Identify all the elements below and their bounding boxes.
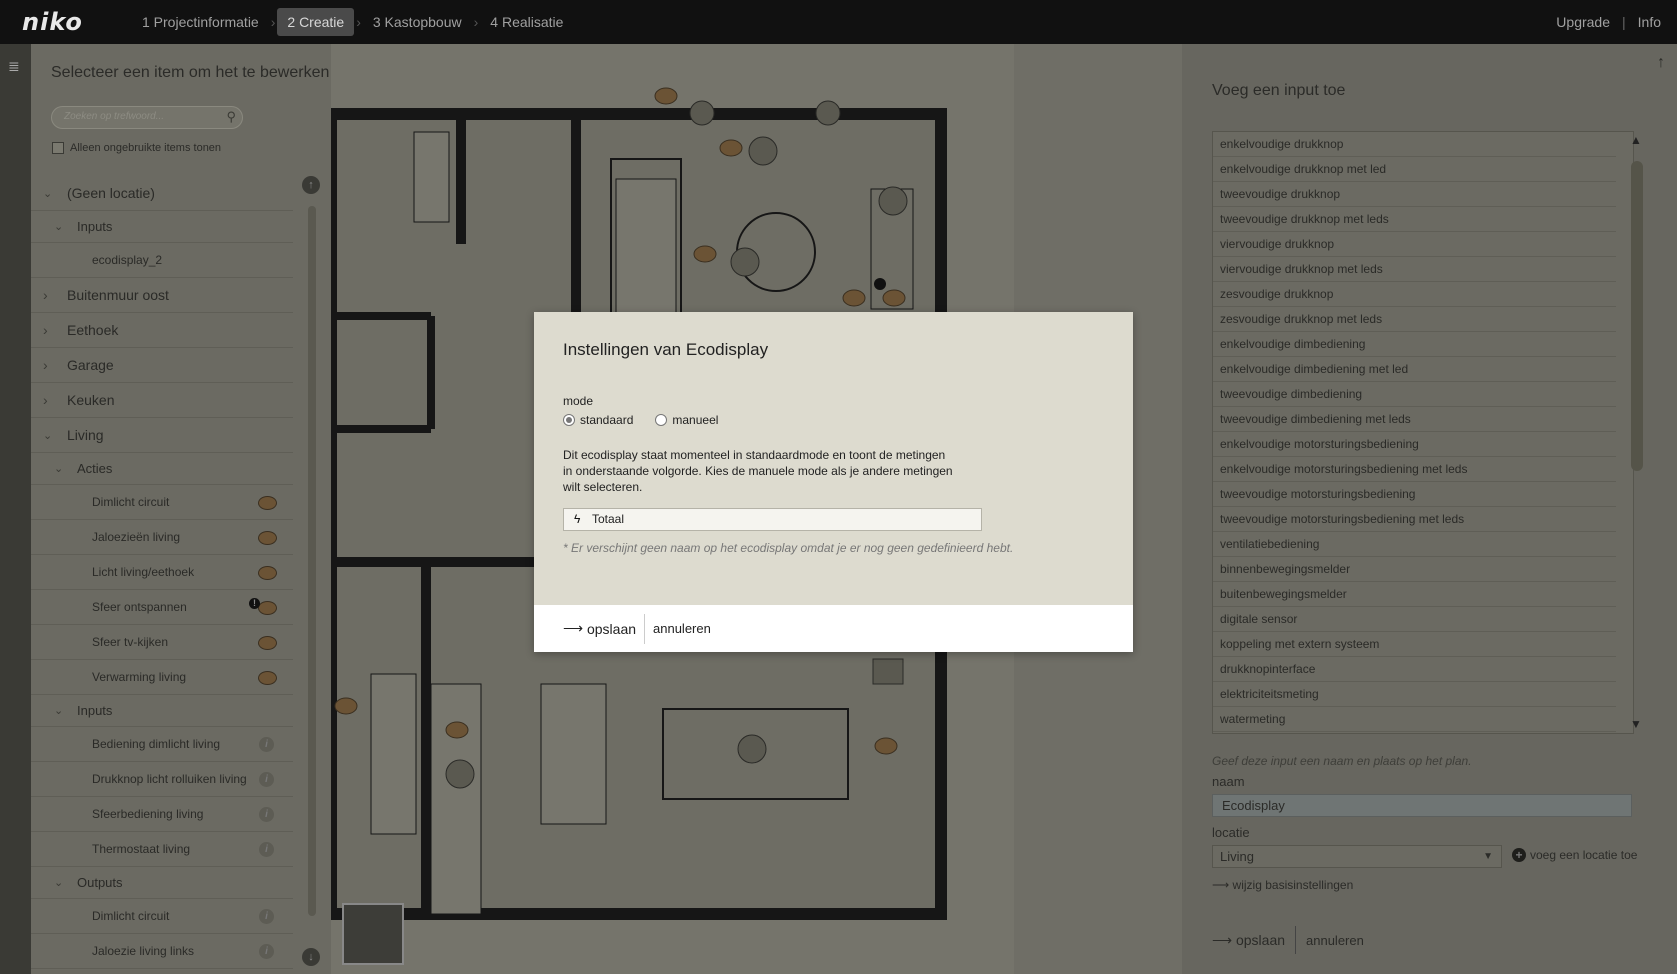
top-separator: | bbox=[1622, 14, 1626, 30]
measurement-field: ϟ Totaal bbox=[563, 508, 982, 531]
mode-standard-radio[interactable] bbox=[563, 414, 575, 426]
step-creatie[interactable]: 2 Creatie bbox=[277, 8, 355, 36]
mode-label: mode bbox=[563, 394, 594, 408]
dialog-save-button[interactable]: ⟶ opslaan bbox=[563, 620, 636, 637]
wizard-steps: 1 Projectinformatie › 2 Creatie › 3 Kast… bbox=[132, 8, 573, 36]
arrow-right-icon: ⟶ bbox=[563, 620, 587, 636]
lightning-icon: ϟ bbox=[574, 512, 581, 526]
measurement-value: Totaal bbox=[592, 512, 625, 526]
dialog-footer: ⟶ opslaan annuleren bbox=[534, 605, 1133, 652]
chevron-right-icon: › bbox=[270, 14, 276, 30]
mode-standard-label[interactable]: standaard bbox=[580, 413, 633, 427]
chevron-right-icon: › bbox=[356, 14, 361, 30]
dialog-save-label: opslaan bbox=[586, 620, 637, 637]
mode-manual-radio[interactable] bbox=[655, 414, 668, 426]
upgrade-link[interactable]: Upgrade bbox=[1556, 14, 1610, 30]
step-realisatie[interactable]: 4 Realisatie bbox=[480, 8, 573, 36]
chevron-right-icon: › bbox=[473, 14, 479, 30]
top-right-links: Upgrade | Info bbox=[1556, 14, 1661, 30]
step-projectinformatie[interactable]: 1 Projectinformatie bbox=[132, 8, 269, 36]
niko-logo: niko bbox=[22, 8, 83, 36]
dialog-title: Instellingen van Ecodisplay bbox=[563, 340, 769, 359]
footer-divider bbox=[644, 613, 646, 644]
mode-description: Dit ecodisplay staat momenteel in standa… bbox=[563, 448, 953, 494]
step-kastopbouw[interactable]: 3 Kastopbouw bbox=[363, 8, 472, 36]
info-link[interactable]: Info bbox=[1638, 14, 1661, 30]
ecodisplay-settings-dialog: Instellingen van Ecodisplay mode standaa… bbox=[534, 312, 1133, 652]
top-bar: niko 1 Projectinformatie › 2 Creatie › 3… bbox=[0, 0, 1677, 44]
dialog-note: * Er verschijnt geen naam op het ecodisp… bbox=[563, 541, 1014, 555]
mode-manual-label[interactable]: manueel bbox=[672, 413, 718, 427]
dialog-cancel-button[interactable]: annuleren bbox=[653, 621, 711, 636]
mode-radio-group: standaard manueel bbox=[563, 413, 740, 427]
